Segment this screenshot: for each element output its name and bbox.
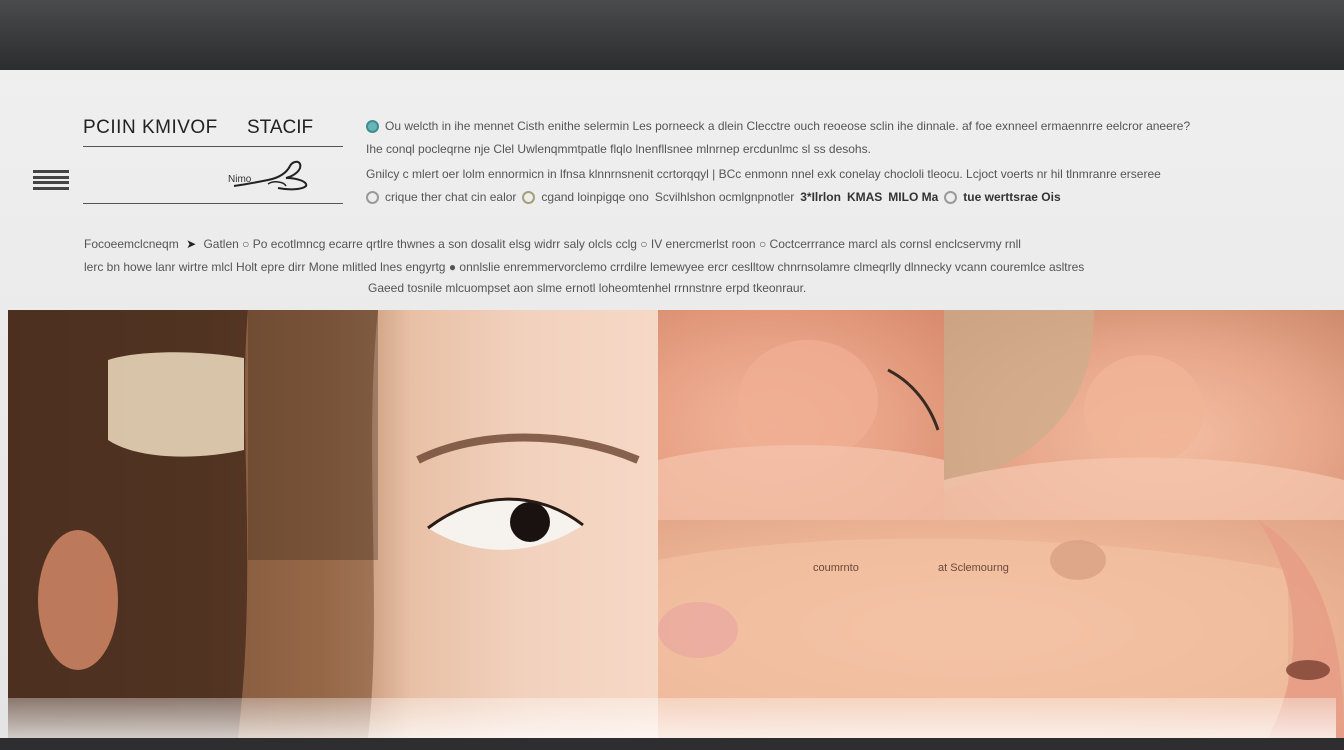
description-line: Gaeed tosnile mlcuompset aon slme ernotl… xyxy=(368,281,807,295)
brand-title: PCIIN KMIVOF xyxy=(83,117,218,138)
skin-texture-illustration xyxy=(658,340,944,520)
option-row[interactable]: Ou welcth in ihe mennet Cisth enithe sel… xyxy=(366,119,1190,133)
signature-label: Nimo xyxy=(228,174,252,185)
desc-text: IV enercmerlst roon xyxy=(650,237,756,251)
radio-icon: ● xyxy=(448,260,457,274)
divider xyxy=(83,146,343,147)
option-label: KMAS xyxy=(846,190,883,204)
chevron-right-icon: ➤ xyxy=(186,237,197,251)
option-row[interactable]: crique ther chat cin ealor cgand loinpig… xyxy=(366,190,1061,204)
top-bar xyxy=(0,0,1344,70)
option-label: crique ther chat cin ealor xyxy=(385,190,517,204)
option-label: MILO Ma xyxy=(888,190,939,204)
face-eye-image[interactable] xyxy=(8,310,658,738)
radio-icon: ○ xyxy=(242,237,250,251)
option-label: Ou welcth in ihe mennet Cisth enithe sel… xyxy=(385,119,1191,133)
description-line: Focoeemclcneqm ➤ Gatlen ○ Po ecotlmncg e… xyxy=(84,237,1021,251)
desc-text: Coctcerrrance marcl als cornsl enclcserv… xyxy=(769,237,1021,251)
desc-text: Gatlen xyxy=(203,237,239,251)
desc-text: lerc bn howe lanr wirtre mlcl Holt epre … xyxy=(84,260,446,274)
image-gallery: coumrnto at Sclemourng xyxy=(8,310,1344,738)
option-label: 3*Ilrlon xyxy=(800,190,841,204)
menu-icon[interactable] xyxy=(33,170,69,190)
brand-subtitle: STACIF xyxy=(247,117,314,138)
face-illustration xyxy=(8,310,640,738)
desc-text: Focoeemclcneqm xyxy=(84,237,179,251)
option-label: cgand loinpigqe ono xyxy=(541,190,649,204)
desc-text: Po ecotlmncg ecarre qrtlre thwnes a son … xyxy=(252,237,637,251)
description-line: lerc bn howe lanr wirtre mlcl Holt epre … xyxy=(84,260,1084,274)
bottom-bar xyxy=(0,738,1344,750)
divider xyxy=(83,203,343,204)
content-panel: PCIIN KMIVOF STACIF Nimo Ou welcth in ih… xyxy=(0,70,1344,738)
option-label: Scvilhlshon ocmlgnpnotler xyxy=(654,190,795,204)
skin-texture-illustration xyxy=(944,310,1344,520)
desc-text: onnlslie enremmervorclemo crrdilre lemew… xyxy=(459,260,1085,274)
radio-icon: ○ xyxy=(758,237,767,251)
image-label: coumrnto xyxy=(813,562,859,574)
option-label: Gnilcy c mlert oer lolm ennormicn in lfn… xyxy=(366,167,1161,181)
skin-closeup-image[interactable] xyxy=(658,310,944,520)
header: PCIIN KMIVOF STACIF Nimo Ou welcth in ih… xyxy=(0,70,1344,310)
image-label: at Sclemourng xyxy=(938,562,1009,574)
option-row: Gnilcy c mlert oer lolm ennormicn in lfn… xyxy=(366,167,1161,181)
option-label: tue werttsrae Ois xyxy=(963,190,1061,204)
radio-button[interactable] xyxy=(366,119,379,133)
radio-icon: ○ xyxy=(640,237,648,251)
radio-button[interactable] xyxy=(522,190,536,204)
radio-button[interactable] xyxy=(366,190,379,204)
skin-closeup-image[interactable] xyxy=(944,310,1344,520)
option-label: Ihe conql pocleqrne nje Clel Uwlenqmmtpa… xyxy=(366,142,871,156)
radio-button[interactable] xyxy=(944,190,958,204)
option-row: Ihe conql pocleqrne nje Clel Uwlenqmmtpa… xyxy=(366,142,871,156)
reflection-strip xyxy=(8,698,1336,738)
